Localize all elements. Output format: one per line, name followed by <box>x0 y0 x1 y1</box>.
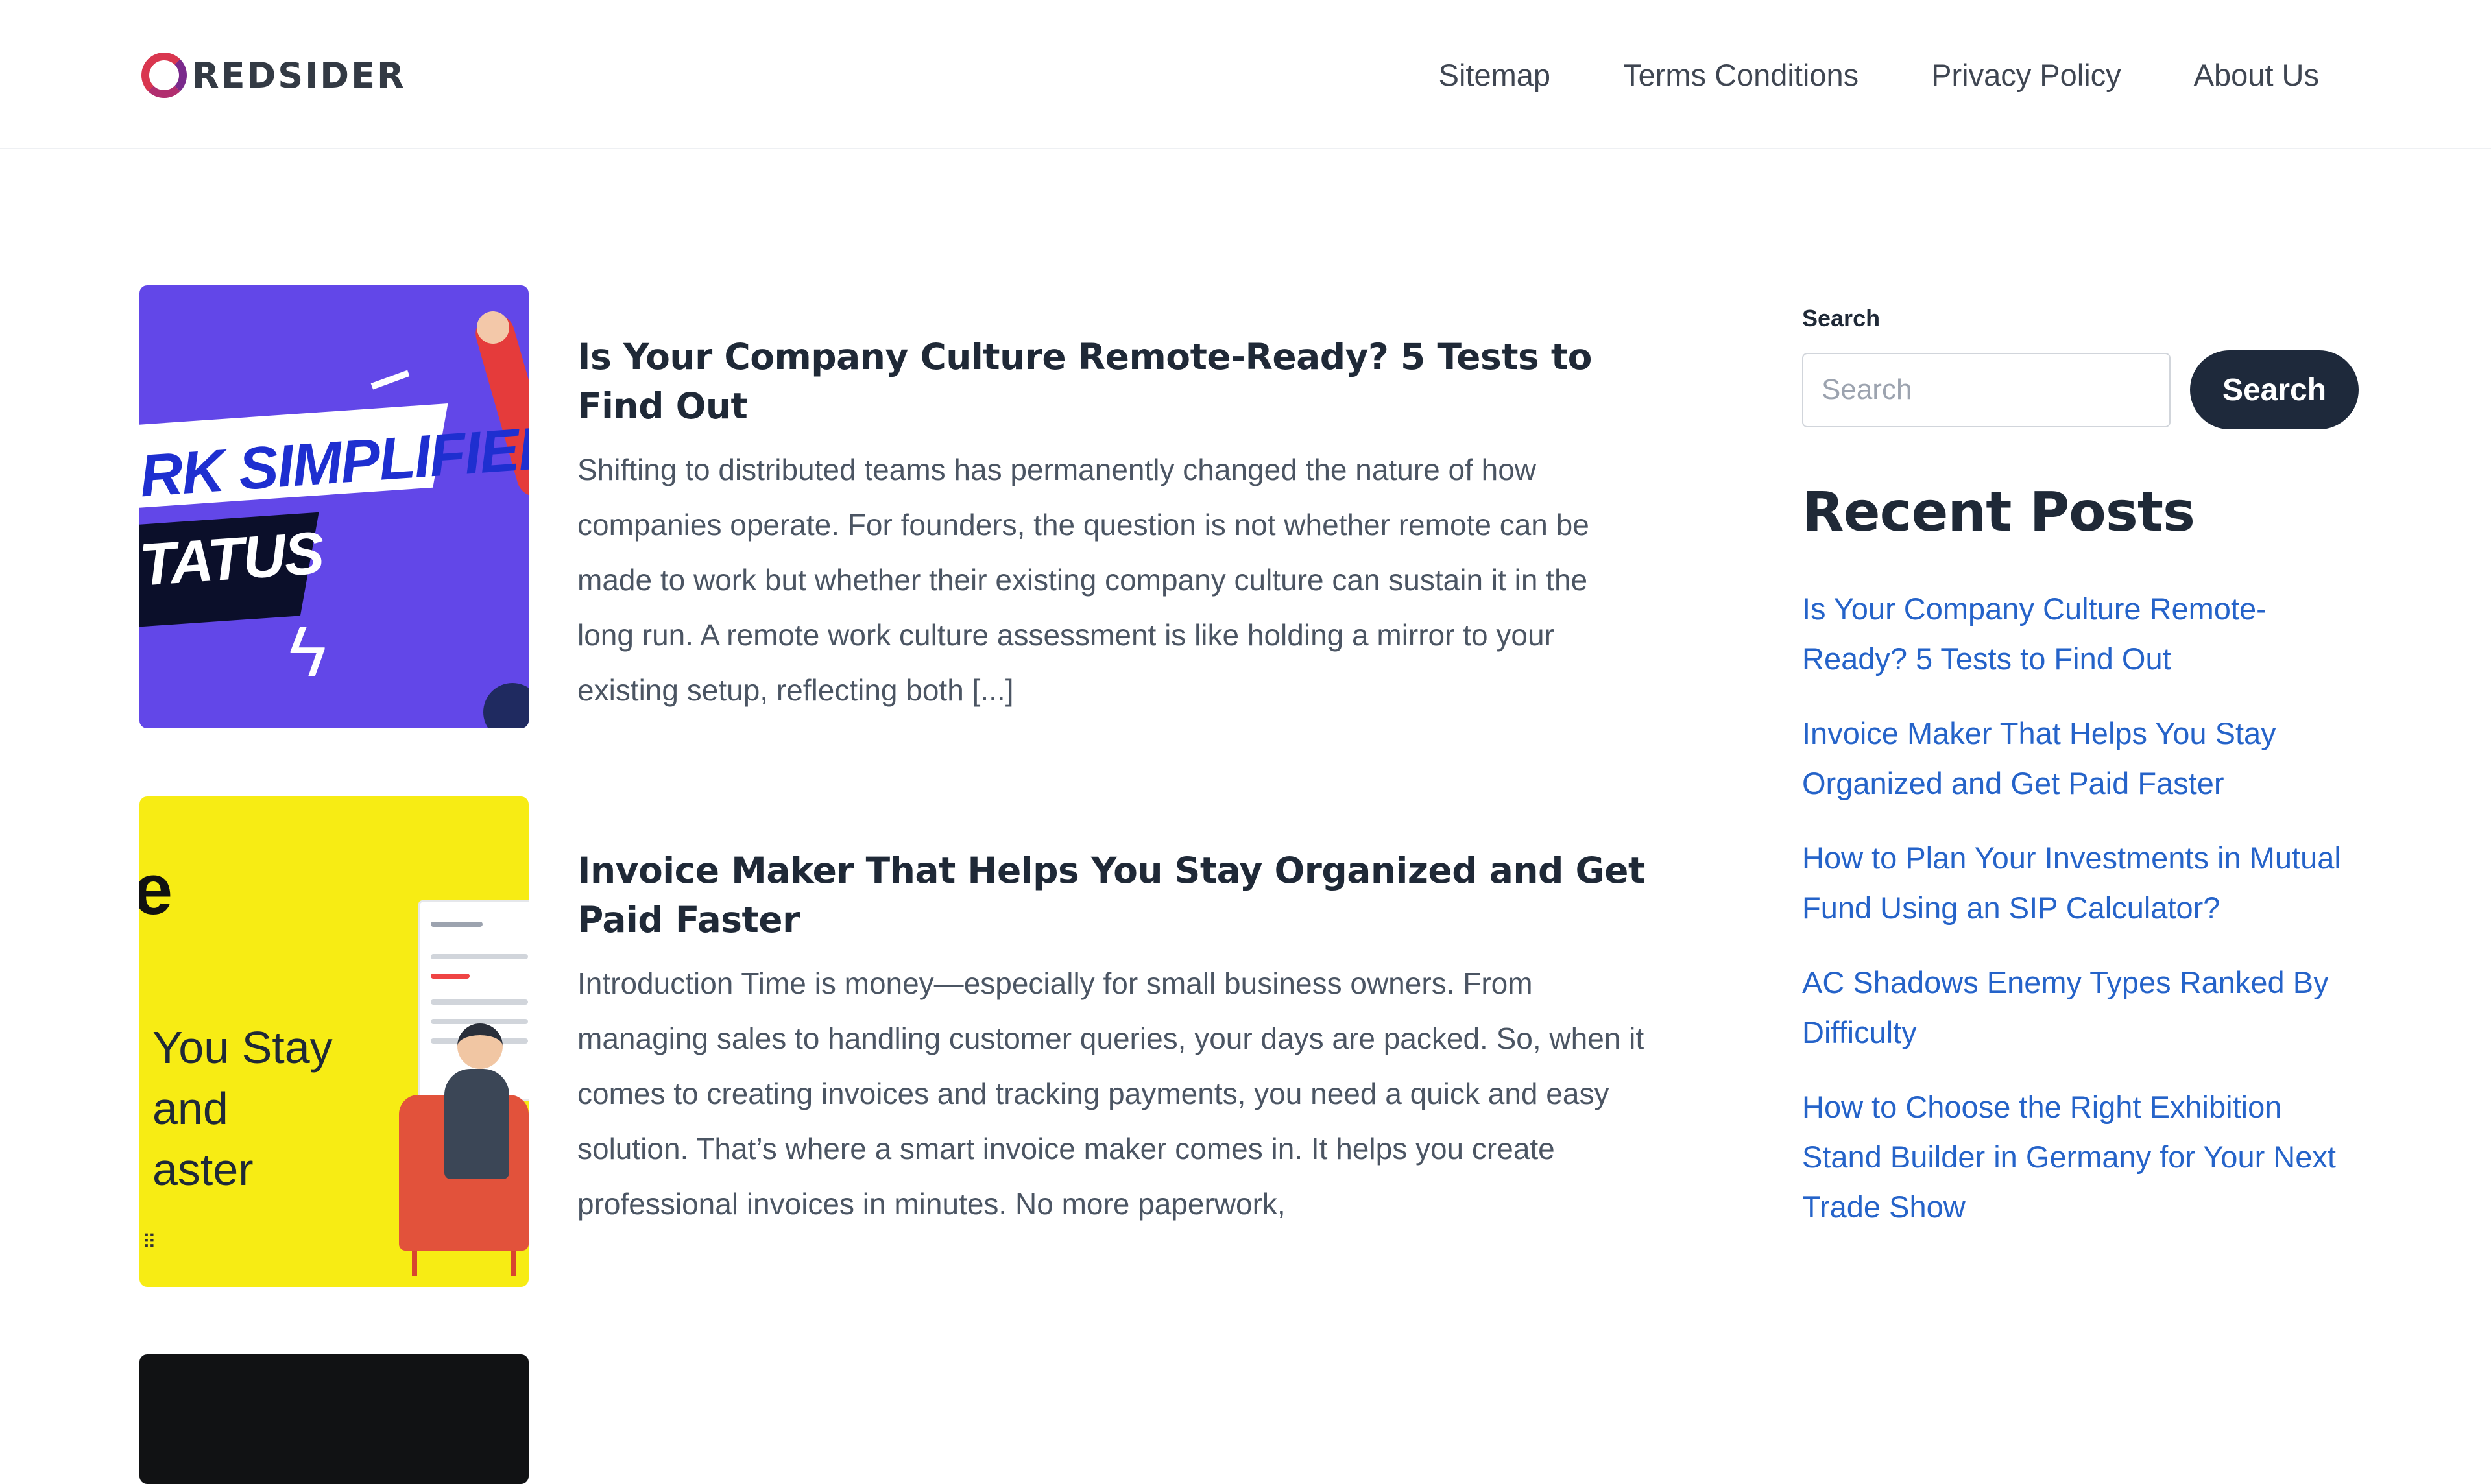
doc-line <box>431 999 528 1005</box>
search-label: Search <box>1802 305 1881 331</box>
recent-post-link[interactable]: Invoice Maker That Helps You Stay Organi… <box>1802 716 2276 800</box>
post-thumbnail[interactable]: e You Stay and aster ⠿ <box>139 796 529 1287</box>
list-item: How to Plan Your Investments in Mutual F… <box>1802 833 2360 933</box>
post-title-link[interactable]: Is Your Company Culture Remote-Ready? 5 … <box>577 332 1648 431</box>
recent-posts-list: Is Your Company Culture Remote-Ready? 5 … <box>1802 584 2360 1256</box>
recent-posts-heading: Recent Posts <box>1802 480 2195 544</box>
person-head-illustration <box>457 1023 503 1069</box>
site-header: REDSIDER Sitemap Terms Conditions Privac… <box>0 0 2491 149</box>
doc-line <box>431 954 528 959</box>
lightning-bolt-icon: ϟ <box>289 612 327 691</box>
recent-post-link[interactable]: How to Plan Your Investments in Mutual F… <box>1802 841 2341 925</box>
main-nav: Sitemap Terms Conditions Privacy Policy … <box>1439 57 2319 93</box>
doc-line <box>431 974 470 979</box>
thumbnail-text: e <box>139 850 173 929</box>
post-body: Is Your Company Culture Remote-Ready? 5 … <box>577 332 1648 718</box>
spark-decoration <box>370 370 415 402</box>
post-thumbnail[interactable]: RK SIMPLIFIED TATUS ϟ <box>139 285 529 728</box>
nav-link-terms-conditions[interactable]: Terms Conditions <box>1623 57 1859 93</box>
list-item: How to Choose the Right Exhibition Stand… <box>1802 1082 2360 1232</box>
list-item: Is Your Company Culture Remote-Ready? 5 … <box>1802 584 2360 684</box>
search-input[interactable] <box>1802 352 2171 427</box>
recent-post-link[interactable]: AC Shadows Enemy Types Ranked By Difficu… <box>1802 965 2329 1049</box>
sidebar: Search Search Recent Posts Is Your Compa… <box>1802 305 2360 1224</box>
thumbnail-text: TATUS <box>139 520 326 599</box>
dots-decoration: ⠿ <box>142 1232 156 1253</box>
fist-illustration <box>477 311 509 344</box>
search-form: Search <box>1802 350 2359 429</box>
post-excerpt: Shifting to distributed teams has perman… <box>577 453 1589 707</box>
chair-legs-illustration <box>412 1251 516 1276</box>
list-item: Invoice Maker That Helps You Stay Organi… <box>1802 708 2360 808</box>
post-title-link[interactable]: Invoice Maker That Helps You Stay Organi… <box>577 846 1648 944</box>
thumbnail-text: You Stay and aster <box>152 1022 333 1195</box>
list-item: AC Shadows Enemy Types Ranked By Difficu… <box>1802 957 2360 1057</box>
logo-text: REDSIDER <box>192 54 406 96</box>
ball-decoration <box>483 683 529 728</box>
nav-link-about-us[interactable]: About Us <box>2194 57 2319 93</box>
logo-ring-icon <box>141 53 187 98</box>
post-thumbnail[interactable] <box>139 1354 529 1484</box>
post-excerpt: Introduction Time is money—especially fo… <box>577 966 1644 1221</box>
site-logo[interactable]: REDSIDER <box>141 52 406 99</box>
recent-post-link[interactable]: Is Your Company Culture Remote-Ready? 5 … <box>1802 592 2267 676</box>
post-body: Invoice Maker That Helps You Stay Organi… <box>577 846 1648 1232</box>
person-illustration <box>444 1069 509 1179</box>
recent-post-link[interactable]: How to Choose the Right Exhibition Stand… <box>1802 1090 2336 1224</box>
nav-link-sitemap[interactable]: Sitemap <box>1439 57 1550 93</box>
doc-line <box>431 922 483 927</box>
search-button[interactable]: Search <box>2190 350 2359 429</box>
nav-link-privacy-policy[interactable]: Privacy Policy <box>1931 57 2121 93</box>
